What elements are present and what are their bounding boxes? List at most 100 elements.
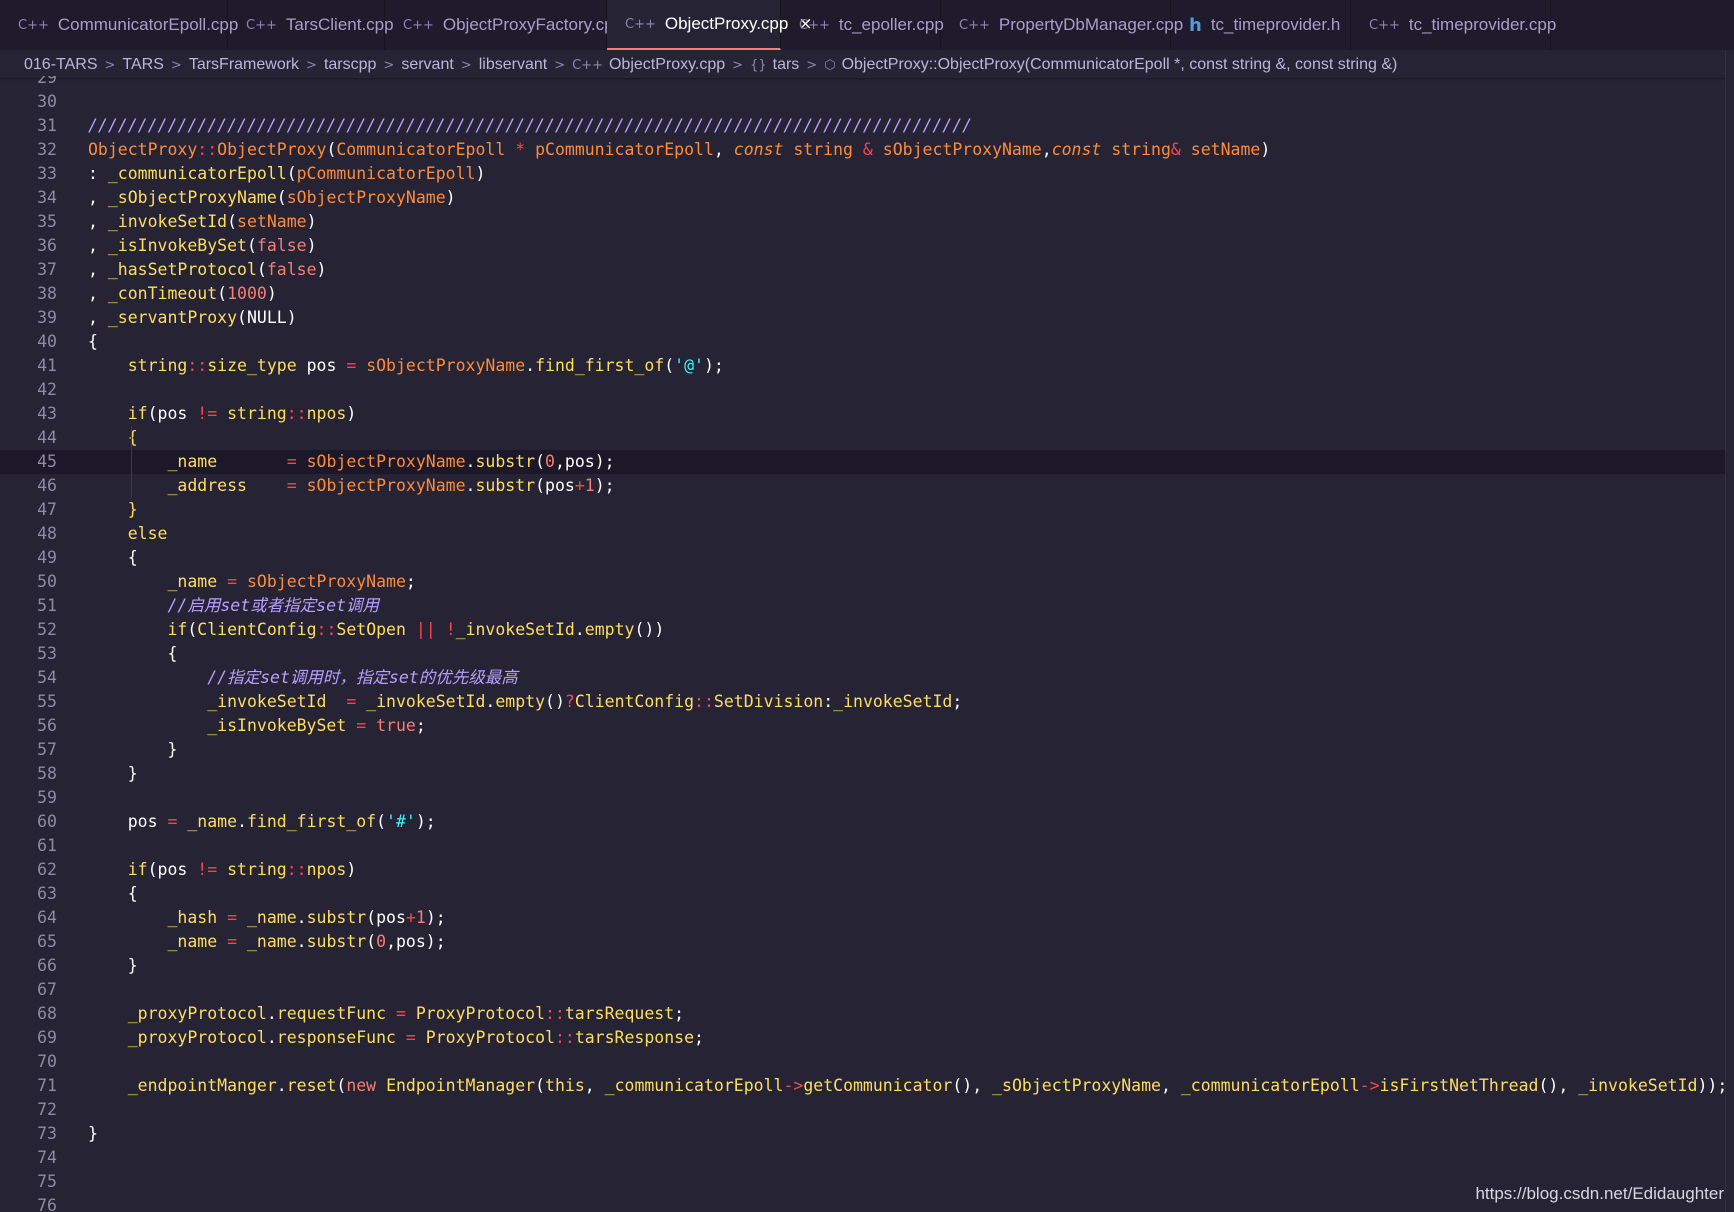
code-text: _name = sObjectProxyName; [167,572,416,591]
line-number: 42 [37,380,57,399]
code-line[interactable]: 29 [0,76,1734,90]
cpp-file-icon: C++ [246,17,277,33]
line-number: 31 [37,116,57,135]
code-text: { [88,884,138,903]
code-line[interactable]: 76 [0,1194,1734,1212]
code-line[interactable]: 63 { [0,882,1734,906]
breadcrumb-item[interactable]: ObjectProxy.cpp [609,56,725,74]
code-text: : _communicatorEpoll(pCommunicatorEpoll) [88,164,486,183]
breadcrumb-item[interactable]: tarscpp [324,56,376,74]
code-line[interactable]: 72 [0,1098,1734,1122]
code-line[interactable]: 55 _invokeSetId = _invokeSetId.empty()?C… [0,690,1734,714]
code-line[interactable]: 67 [0,978,1734,1002]
code-line[interactable]: 50 _name = sObjectProxyName; [0,570,1734,594]
code-line[interactable]: 74 [0,1146,1734,1170]
code-line[interactable]: 40 { [0,330,1734,354]
chevron-right-icon: > [383,57,395,73]
code-line[interactable]: 36 , _isInvokeBySet(false) [0,234,1734,258]
tab-communicatorepoll-cpp[interactable]: C++ CommunicatorEpoll.cpp [0,0,238,50]
code-line[interactable]: 57 } [0,738,1734,762]
code-line[interactable]: 58 } [0,762,1734,786]
code-line[interactable]: 62 if(pos != string::npos) [0,858,1734,882]
breadcrumb-item[interactable]: ObjectProxy::ObjectProxy(CommunicatorEpo… [842,56,1398,74]
line-number: 74 [37,1148,57,1167]
code-text: pos = _name.find_first_of('#'); [88,812,436,831]
code-line[interactable]: 51 //启用set或者指定set调用 [0,594,1734,618]
breadcrumb-item[interactable]: libservant [479,56,547,74]
line-number: 61 [37,836,57,855]
tab-tc-epoller-cpp[interactable]: C++ tc_epoller.cpp [781,0,944,50]
code-text: { [88,332,98,351]
tab-propertydbmanager-cpp[interactable]: C++ PropertyDbManager.cpp [941,0,1183,50]
tab-tarsclient-cpp[interactable]: C++ TarsClient.cpp [228,0,394,50]
code-line[interactable]: 31 //////////////////////////////////////… [0,114,1734,138]
code-text: } [127,500,138,519]
code-line[interactable]: 32 ObjectProxy::ObjectProxy(CommunicatorE… [0,138,1734,162]
code-text: , _servantProxy(NULL) [88,308,297,327]
code-line[interactable]: 52 if(ClientConfig::SetOpen || !_invokeS… [0,618,1734,642]
tab-objectproxy-cpp[interactable]: C++ ObjectProxy.cpp × [607,0,813,50]
code-text: , _isInvokeBySet(false) [88,236,317,255]
code-line[interactable]: 59 [0,786,1734,810]
code-line[interactable]: 73} [0,1122,1734,1146]
breadcrumb-item[interactable]: tars [773,56,800,74]
line-number: 50 [37,572,57,591]
code-line[interactable]: 37 , _hasSetProtocol(false) [0,258,1734,282]
code-line[interactable]: 56 _isInvokeBySet = true; [0,714,1734,738]
code-line[interactable]: 34 , _sObjectProxyName(sObjectProxyName) [0,186,1734,210]
code-line[interactable]: 44 { [0,426,1734,450]
code-line[interactable]: 60 pos = _name.find_first_of('#'); [0,810,1734,834]
code-text: else [127,524,168,543]
code-line[interactable]: 43 if(pos != string::npos) [0,402,1734,426]
editor-scrollbar[interactable] [1725,50,1734,1212]
code-line[interactable]: 61 [0,834,1734,858]
code-line[interactable]: 48 else [0,522,1734,546]
breadcrumb-item[interactable]: 016-TARS [24,56,98,74]
code-line[interactable]: 39 , _servantProxy(NULL) [0,306,1734,330]
code-line[interactable]: 33: _communicatorEpoll(pCommunicatorEpol… [0,162,1734,186]
code-line[interactable]: 42 [0,378,1734,402]
tab-tc-timeprovider-cpp[interactable]: C++ tc_timeprovider.cpp [1351,0,1556,50]
code-line[interactable]: 53 { [0,642,1734,666]
cpp-file-icon: C++ [572,57,603,73]
tab-label: tc_timeprovider.cpp [1408,15,1557,34]
tab-label: tc_epoller.cpp [838,15,944,34]
breadcrumb-item[interactable]: TarsFramework [189,56,299,74]
line-number: 72 [37,1100,57,1119]
code-line[interactable]: 68 _proxyProtocol.requestFunc = ProxyPro… [0,1002,1734,1026]
code-line[interactable]: 49 { [0,546,1734,570]
code-line[interactable]: 69 _proxyProtocol.responseFunc = ProxyPr… [0,1026,1734,1050]
code-text: //指定set调用时，指定set的优先级最高 [207,668,518,687]
code-text: { [88,548,138,567]
code-text: string::size_type pos = sObjectProxyName… [127,356,724,375]
code-line[interactable]: 30 [0,90,1734,114]
line-number: 39 [37,308,57,327]
code-line[interactable]: 64 _hash = _name.substr(pos+1); [0,906,1734,930]
code-editor[interactable]: 29 30 31 //////////////////////////////////… [0,76,1734,1212]
tab-tc-timeprovider-h[interactable]: h tc_timeprovider.h [1171,0,1351,50]
code-line[interactable]: 45 _name = sObjectProxyName.substr(0,pos… [0,450,1734,474]
line-number: 37 [37,260,57,279]
line-number: 58 [37,764,57,783]
line-number: 32 [37,140,57,159]
code-line[interactable]: 38 , _conTimeout(1000) [0,282,1734,306]
code-line[interactable]: 75 [0,1170,1734,1194]
code-line[interactable]: 66 } [0,954,1734,978]
tab-label: PropertyDbManager.cpp [998,15,1184,34]
code-line[interactable]: 71 _endpointManger.reset(new EndpointMan… [0,1074,1734,1098]
line-number: 60 [37,812,57,831]
tab-objectproxyfactory-cpp[interactable]: C++ ObjectProxyFactory.cpp [385,0,623,50]
code-line[interactable]: 70 [0,1050,1734,1074]
code-text: ////////////////////////////////////////… [88,116,973,135]
code-line[interactable]: 54 //指定set调用时，指定set的优先级最高 [0,666,1734,690]
code-line[interactable]: 35 , _invokeSetId(setName) [0,210,1734,234]
code-line[interactable]: 46 _address = sObjectProxyName.substr(po… [0,474,1734,498]
breadcrumb-item[interactable]: servant [401,56,453,74]
code-line[interactable]: 41 string::size_type pos = sObjectProxyN… [0,354,1734,378]
cpp-file-icon: C++ [403,17,434,33]
code-line[interactable]: 47 } [0,498,1734,522]
editor-tab-bar: C++ CommunicatorEpoll.cpp C++ TarsClient.cp… [0,0,1734,50]
line-number: 55 [37,692,57,711]
code-line[interactable]: 65 _name = _name.substr(0,pos); [0,930,1734,954]
breadcrumb-item[interactable]: TARS [122,56,163,74]
